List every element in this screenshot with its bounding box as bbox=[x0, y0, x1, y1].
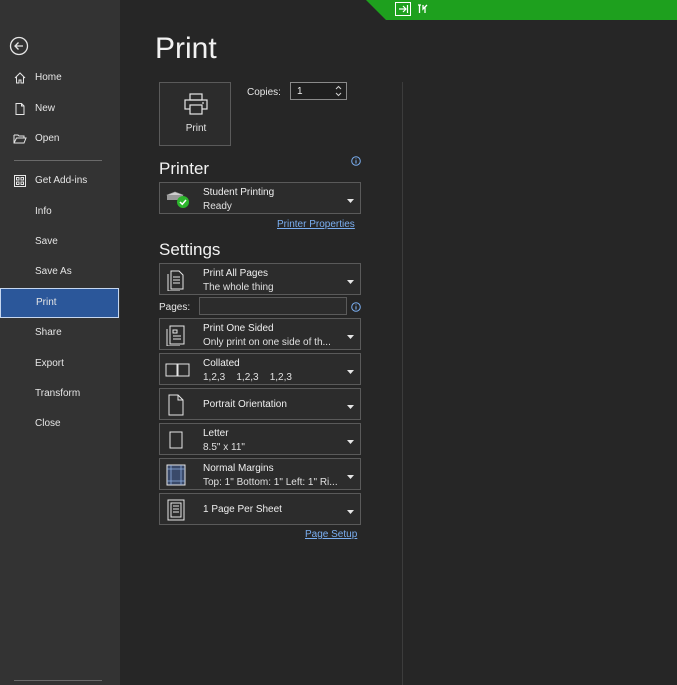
nav-label: Share bbox=[35, 327, 62, 338]
copies-label: Copies: bbox=[247, 87, 281, 98]
margins-desc: Top: 1" Bottom: 1" Left: 1" Ri... bbox=[203, 477, 338, 488]
nav-divider bbox=[14, 160, 102, 161]
nav-label: Get Add-ins bbox=[35, 175, 88, 186]
sides-dropdown[interactable]: Print One Sided Only print on one side o… bbox=[159, 318, 361, 350]
sides-desc: Only print on one side of th... bbox=[203, 337, 331, 348]
nav-item-share[interactable]: Share bbox=[0, 319, 118, 347]
chevron-down-icon bbox=[347, 472, 354, 479]
collated-pages-icon bbox=[165, 359, 190, 381]
printer-icon bbox=[183, 92, 209, 116]
printer-ready-icon bbox=[165, 189, 189, 211]
collation-dropdown[interactable]: Collated 1,2,3 1,2,3 1,2,3 bbox=[159, 353, 361, 385]
nav-label: Save As bbox=[35, 266, 72, 277]
sides-title: Print One Sided bbox=[203, 323, 274, 334]
nav-item-export[interactable]: Export bbox=[0, 350, 118, 378]
printer-properties-link[interactable]: Printer Properties bbox=[277, 219, 355, 230]
chevron-down-icon bbox=[347, 277, 354, 284]
nav-label: Transform bbox=[35, 388, 81, 399]
margins-title: Normal Margins bbox=[203, 463, 274, 474]
nav-label: Print bbox=[36, 297, 57, 308]
paper-size-icon bbox=[165, 429, 187, 451]
info-icon[interactable] bbox=[351, 156, 361, 166]
orientation-title: Portrait Orientation bbox=[203, 399, 287, 410]
settings-heading: Settings bbox=[159, 240, 221, 259]
paper-size-desc: 8.5" x 11" bbox=[203, 442, 245, 453]
pages-input[interactable] bbox=[199, 297, 347, 315]
pages-per-sheet-dropdown[interactable]: 1 Page Per Sheet bbox=[159, 493, 361, 525]
printer-dropdown[interactable]: Student Printing Ready bbox=[159, 182, 361, 214]
nav-item-home[interactable]: Home bbox=[0, 64, 118, 92]
status-bar bbox=[366, 0, 677, 20]
one-sided-page-icon bbox=[165, 324, 187, 347]
printer-status: Ready bbox=[203, 201, 232, 212]
print-range-title: Print All Pages bbox=[203, 268, 269, 279]
add-ins-grid-icon bbox=[13, 174, 27, 188]
preview-divider bbox=[402, 82, 403, 685]
print-range-desc: The whole thing bbox=[203, 282, 274, 293]
orientation-dropdown[interactable]: Portrait Orientation bbox=[159, 388, 361, 420]
nav-item-save-as[interactable]: Save As bbox=[0, 258, 118, 286]
nav-item-transform[interactable]: Transform bbox=[0, 380, 118, 408]
nav-label: Home bbox=[35, 72, 62, 83]
folder-open-icon bbox=[13, 132, 27, 146]
nav-item-new[interactable]: New bbox=[0, 95, 118, 123]
nav-item-close[interactable]: Close bbox=[0, 410, 118, 438]
collation-desc: 1,2,3 1,2,3 1,2,3 bbox=[203, 372, 292, 383]
margins-dropdown[interactable]: Normal Margins Top: 1" Bottom: 1" Left: … bbox=[159, 458, 361, 490]
nav-label: New bbox=[35, 103, 56, 114]
page-setup-link[interactable]: Page Setup bbox=[305, 529, 357, 540]
nav-item-info[interactable]: Info bbox=[0, 198, 118, 226]
copies-value[interactable]: 1 bbox=[297, 86, 303, 97]
nav-item-save[interactable]: Save bbox=[0, 228, 118, 256]
nav-label: Open bbox=[35, 133, 60, 144]
nav-label: Save bbox=[35, 236, 58, 247]
pages-label: Pages: bbox=[159, 302, 191, 313]
collation-title: Collated bbox=[203, 358, 240, 369]
back-arrow-icon[interactable] bbox=[9, 36, 29, 56]
nav-divider bbox=[14, 680, 102, 681]
margins-icon bbox=[165, 464, 187, 486]
print-button-label: Print bbox=[185, 123, 207, 134]
focus-mode-icon[interactable] bbox=[395, 2, 411, 16]
chevron-down-icon bbox=[347, 367, 354, 374]
status-bar-background bbox=[366, 0, 677, 20]
spinner-arrows-icon[interactable] bbox=[334, 83, 343, 99]
home-icon bbox=[13, 71, 27, 85]
paper-size-title: Letter bbox=[203, 428, 229, 439]
portrait-page-icon bbox=[165, 394, 187, 416]
page-title: Print bbox=[155, 32, 217, 65]
pages-per-sheet-title: 1 Page Per Sheet bbox=[203, 504, 282, 515]
chevron-down-icon bbox=[347, 332, 354, 339]
print-button[interactable]: Print bbox=[159, 82, 231, 146]
chevron-down-icon bbox=[347, 437, 354, 444]
info-icon[interactable] bbox=[351, 302, 361, 312]
page-per-sheet-icon bbox=[165, 499, 187, 521]
nav-item-get-add-ins[interactable]: Get Add-ins bbox=[0, 167, 118, 195]
chevron-down-icon bbox=[347, 402, 354, 409]
nav-label: Close bbox=[35, 418, 61, 429]
printer-name: Student Printing bbox=[203, 187, 275, 198]
printer-heading: Printer bbox=[159, 159, 210, 178]
ruler-icon[interactable] bbox=[416, 2, 430, 16]
print-range-dropdown[interactable]: Print All Pages The whole thing bbox=[159, 263, 361, 295]
chevron-down-icon bbox=[347, 196, 354, 203]
chevron-down-icon bbox=[347, 507, 354, 514]
nav-item-open[interactable]: Open bbox=[0, 125, 118, 153]
nav-item-print[interactable]: Print bbox=[0, 288, 119, 318]
paper-size-dropdown[interactable]: Letter 8.5" x 11" bbox=[159, 423, 361, 455]
nav-label: Export bbox=[35, 358, 64, 369]
nav-label: Info bbox=[35, 206, 52, 217]
pages-stack-icon bbox=[165, 269, 187, 292]
copies-stepper[interactable]: 1 bbox=[290, 82, 347, 100]
backstage-nav: Home New Open Get Add-ins Info Save Save… bbox=[0, 0, 120, 685]
new-document-icon bbox=[13, 102, 27, 116]
